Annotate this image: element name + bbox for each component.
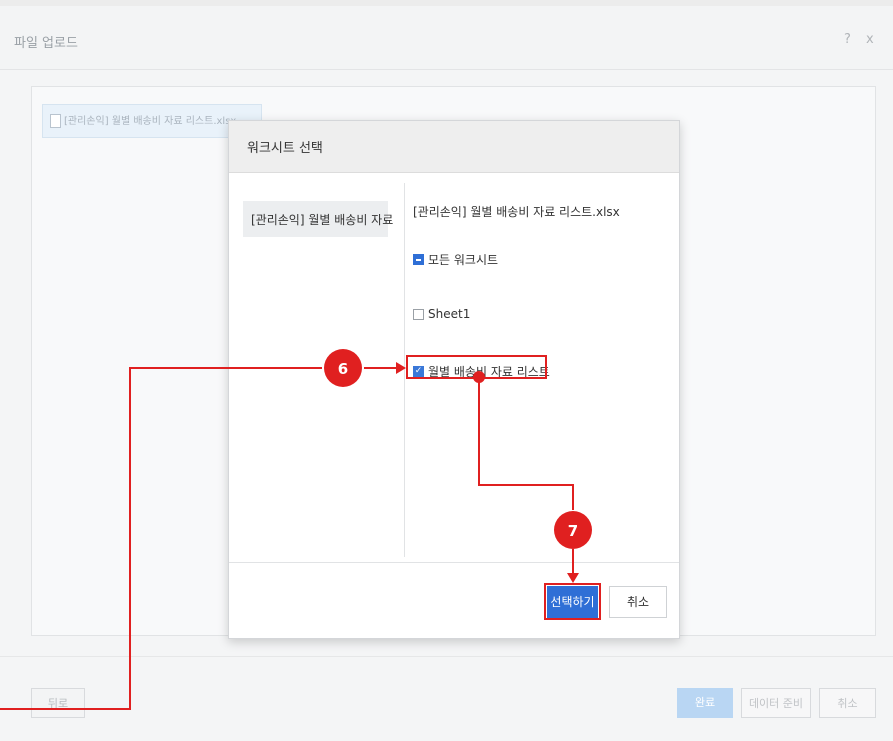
option-label: 모든 워크시트 [428, 253, 499, 267]
modal-cancel-button[interactable]: 취소 [609, 586, 667, 618]
option-label: Sheet1 [428, 307, 471, 321]
close-icon[interactable]: x [866, 32, 874, 47]
back-button[interactable]: 뒤로 [31, 688, 85, 718]
checkbox-partial-icon[interactable] [413, 254, 424, 265]
upload-dialog-title: 파일 업로드 [14, 36, 78, 51]
modal-column-divider [404, 183, 405, 557]
select-button[interactable]: 선택하기 [547, 586, 598, 618]
checkbox-unchecked-icon[interactable] [413, 308, 424, 320]
uploaded-file-name: [관리손익] 월별 배송비 자료 리스트.xlsx [64, 116, 237, 127]
file-list-item-label: [관리손익] 월별 배송비 자료 [251, 213, 394, 227]
prepare-data-button[interactable]: 데이터 준비 [741, 688, 811, 718]
file-list-item[interactable]: [관리손익] 월별 배송비 자료 [243, 201, 393, 237]
footer-divider [0, 656, 893, 657]
option-all-worksheets[interactable]: 모든 워크시트 [413, 251, 498, 268]
option-label: 월별 배송비 자료 리스트 [428, 365, 550, 379]
selected-file-name: [관리손익] 월별 배송비 자료 리스트.xlsx [413, 205, 620, 219]
checkbox-checked-icon[interactable]: ✓ [413, 366, 424, 377]
file-icon [50, 114, 61, 128]
option-sheet1[interactable]: Sheet1 [413, 307, 470, 321]
modal-title: 워크시트 선택 [247, 141, 323, 156]
modal-footer-divider [229, 562, 679, 563]
done-button[interactable]: 완료 [677, 688, 733, 718]
help-icon[interactable]: ? [844, 32, 851, 47]
worksheet-select-modal: 워크시트 선택 [관리손익] 월별 배송비 자료 [관리손익] 월별 배송비 자… [228, 120, 680, 639]
upload-dialog-header: 파일 업로드 ? x [0, 0, 893, 70]
option-monthly-shipping-list[interactable]: ✓ 월별 배송비 자료 리스트 [413, 363, 550, 380]
modal-header: 워크시트 선택 [229, 121, 679, 173]
upload-cancel-button[interactable]: 취소 [819, 688, 876, 718]
